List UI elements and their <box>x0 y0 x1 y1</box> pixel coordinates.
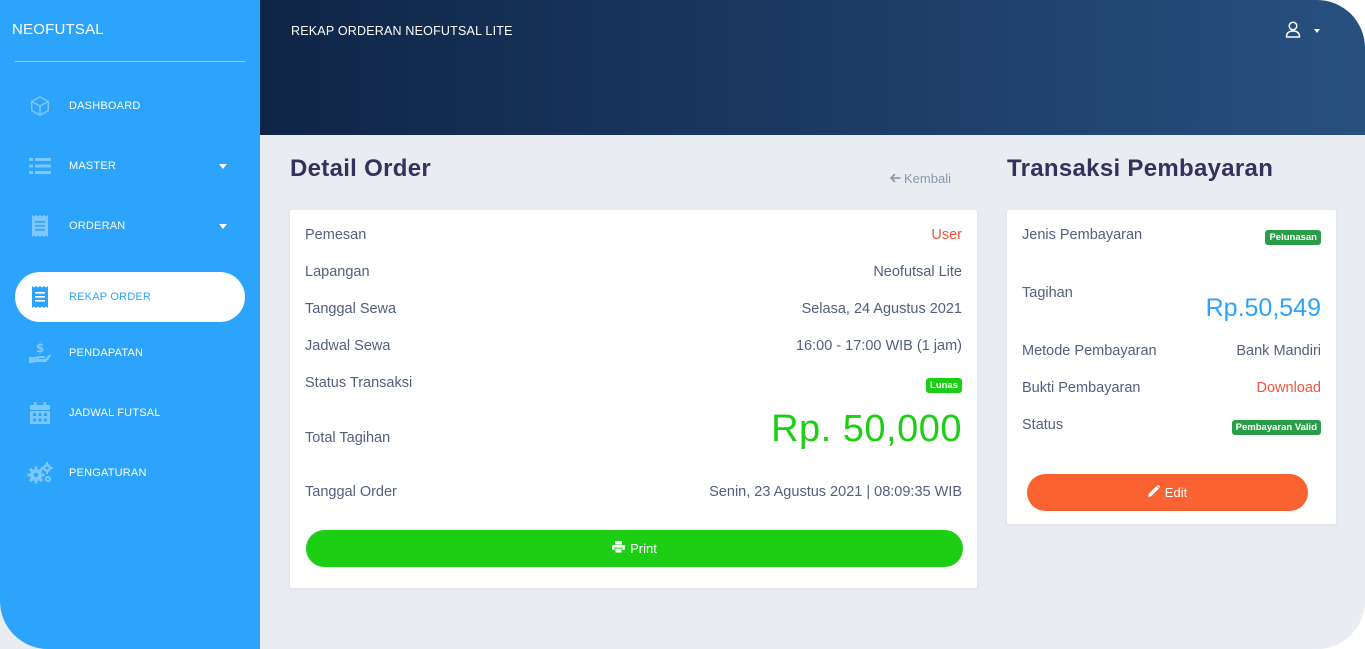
total-tagihan-value: Rp. 50,000 <box>771 408 962 450</box>
lapangan-value: Neofutsal Lite <box>873 264 962 280</box>
edit-button[interactable]: Edit <box>1027 474 1308 511</box>
user-icon <box>1285 21 1301 43</box>
jadwal-sewa-value: 16:00 - 17:00 WIB (1 jam) <box>795 338 962 354</box>
print-button-label: Print <box>630 541 657 556</box>
top-header: REKAP ORDERAN NEOFUTSAL LITE <box>260 0 1365 135</box>
jenis-pembayaran-badge: Pelunasan <box>1265 230 1321 245</box>
app-frame: NEOFUTSAL DASHBOARD MASTER ORDERAN REKAP… <box>0 0 1365 649</box>
pemesan-value: User <box>931 227 962 243</box>
sidebar-item-label: DASHBOARD <box>69 100 141 112</box>
receipt-icon <box>27 214 53 238</box>
transaksi-card: Jenis Pembayaran Pelunasan Tagihan Rp.50… <box>1007 210 1336 524</box>
sidebar-item-label: PENDAPATAN <box>69 347 144 359</box>
user-menu-button[interactable] <box>1285 20 1327 42</box>
sidebar-item-label: JADWAL FUTSAL <box>69 407 161 419</box>
sidebar-item-label: MASTER <box>69 160 117 172</box>
print-button[interactable]: Print <box>306 530 963 567</box>
status-badge: Pembayaran Valid <box>1231 420 1321 435</box>
tagihan-label: Tagihan <box>1022 285 1073 301</box>
sidebar-item-pengaturan[interactable]: PENGATURAN <box>15 448 245 498</box>
sidebar: NEOFUTSAL DASHBOARD MASTER ORDERAN REKAP… <box>0 0 260 649</box>
metode-pembayaran-label: Metode Pembayaran <box>1022 343 1157 359</box>
tanggal-order-value: Senin, 23 Agustus 2021 | 08:09:35 WIB <box>709 484 962 500</box>
total-tagihan-label: Total Tagihan <box>305 430 391 446</box>
sidebar-item-dashboard[interactable]: DASHBOARD <box>15 81 245 131</box>
back-link-label: Kembali <box>904 171 951 186</box>
download-link[interactable]: Download <box>1257 380 1322 396</box>
detail-order-title: Detail Order <box>290 155 431 182</box>
back-link[interactable]: Kembali <box>889 171 951 186</box>
brand-logo[interactable]: NEOFUTSAL <box>12 21 104 38</box>
detail-order-card: Pemesan User Lapangan Neofutsal Lite Tan… <box>290 210 977 588</box>
sidebar-divider <box>15 61 245 62</box>
status-label: Status <box>1022 417 1064 433</box>
chevron-down-icon <box>219 164 227 169</box>
transaksi-title: Transaksi Pembayaran <box>1007 155 1274 182</box>
metode-pembayaran-value: Bank Mandiri <box>1236 343 1321 359</box>
sidebar-item-label: PENGATURAN <box>69 467 147 479</box>
arrow-left-icon <box>889 171 901 186</box>
pencil-icon <box>1147 485 1160 500</box>
sidebar-item-jadwal-futsal[interactable]: JADWAL FUTSAL <box>15 388 245 438</box>
gears-icon <box>27 461 53 485</box>
sidebar-item-orderan[interactable]: ORDERAN <box>15 201 245 251</box>
sidebar-item-label: ORDERAN <box>69 220 126 232</box>
chevron-down-icon <box>219 224 227 229</box>
calendar-icon <box>27 401 53 425</box>
tanggal-sewa-value: Selasa, 24 Agustus 2021 <box>801 301 962 317</box>
pemesan-label: Pemesan <box>305 227 367 243</box>
tagihan-value: Rp.50,549 <box>1205 294 1321 322</box>
tanggal-order-label: Tanggal Order <box>305 484 397 500</box>
status-badge: Lunas <box>926 378 962 393</box>
hand-dollar-icon: $ <box>27 341 53 365</box>
sidebar-item-label: REKAP ORDER <box>69 291 152 303</box>
sidebar-item-pendapatan[interactable]: $ PENDAPATAN <box>15 328 245 378</box>
list-icon <box>27 154 53 178</box>
page-heading: REKAP ORDERAN NEOFUTSAL LITE <box>291 24 513 38</box>
receipt-icon <box>27 285 53 309</box>
edit-button-label: Edit <box>1164 485 1188 500</box>
sidebar-item-rekap-order[interactable]: REKAP ORDER <box>15 272 245 322</box>
tanggal-sewa-label: Tanggal Sewa <box>305 301 397 317</box>
svg-text:$: $ <box>36 341 44 355</box>
jadwal-sewa-label: Jadwal Sewa <box>305 338 391 354</box>
chevron-down-icon <box>1314 29 1320 33</box>
lapangan-label: Lapangan <box>305 264 370 280</box>
print-icon <box>612 541 626 556</box>
cube-icon <box>27 94 53 118</box>
bukti-pembayaran-label: Bukti Pembayaran <box>1022 380 1141 396</box>
status-transaksi-label: Status Transaksi <box>305 375 413 391</box>
jenis-pembayaran-label: Jenis Pembayaran <box>1022 227 1143 243</box>
sidebar-item-master[interactable]: MASTER <box>15 141 245 191</box>
